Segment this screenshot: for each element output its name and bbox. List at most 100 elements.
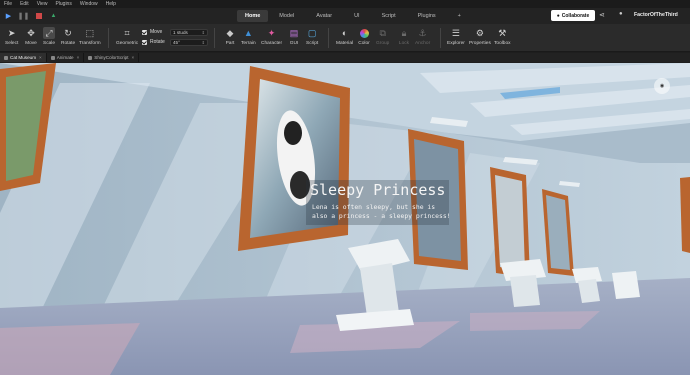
- menu-help[interactable]: Help: [106, 1, 116, 7]
- menu-window[interactable]: Window: [80, 1, 98, 7]
- snap-rotate-checkbox[interactable]: [142, 39, 147, 45]
- tab-home[interactable]: Home: [237, 10, 269, 22]
- menu-edit[interactable]: Edit: [20, 1, 29, 7]
- stepper-icon[interactable]: ⇕: [202, 30, 205, 35]
- rotate-label: Rotate: [61, 41, 76, 46]
- plaque-stand: [612, 271, 640, 299]
- transform-tool[interactable]: ⬚ Transform: [79, 27, 101, 46]
- doc-tab-cat-museum[interactable]: Cat Museum ×: [0, 53, 47, 62]
- 3d-viewport[interactable]: Sleepy Princess Lena is often sleepy, bu…: [0, 63, 690, 375]
- document-tabs: Cat Museum × Animate × ShinyColorScript …: [0, 53, 690, 62]
- rotate-icon: ↻: [64, 27, 72, 38]
- username[interactable]: FactorOfTheThird: [634, 12, 678, 18]
- snap-move-checkbox[interactable]: [142, 29, 147, 35]
- doc-tab-label: ShinyColorScript: [94, 55, 129, 60]
- rotate-tool[interactable]: ↻ Rotate: [61, 27, 75, 46]
- group-button[interactable]: ⧉ Group: [376, 27, 389, 46]
- tab-plugins[interactable]: Plugins: [407, 10, 447, 22]
- cube-icon: ◆: [226, 27, 234, 38]
- terrain-label: Terrain: [241, 41, 256, 46]
- color-label: Color: [358, 41, 370, 46]
- material-icon: ◐: [341, 27, 348, 38]
- playtest-controls: ▶ ❚❚ ▲: [4, 12, 64, 21]
- anchor-icon: ⚓︎: [418, 27, 427, 38]
- gui-button[interactable]: ▤ GUI: [288, 27, 300, 46]
- script-label: Script: [306, 41, 319, 46]
- explorer-label: Explorer: [447, 41, 465, 46]
- terrain-button[interactable]: ▲ Terrain: [241, 27, 256, 46]
- tab-ui[interactable]: UI: [343, 10, 371, 22]
- material-button[interactable]: ◐ Material: [336, 27, 353, 46]
- script-button[interactable]: ▢ Script: [306, 27, 318, 46]
- menu-file[interactable]: File: [4, 1, 12, 7]
- lock-label: Lock: [398, 41, 410, 46]
- geometric-button[interactable]: ⌗ Geometric: [116, 27, 138, 46]
- stepper-icon[interactable]: ⇕: [202, 40, 205, 45]
- explorer-icon: ☰: [451, 27, 460, 38]
- view-orientation-icon[interactable]: ◉: [654, 78, 670, 94]
- doc-tab-label: Animate: [56, 55, 74, 60]
- gui-label: GUI: [289, 41, 299, 46]
- select-label: Select: [5, 41, 19, 46]
- ribbon-toolbar: ➤ Select ✥ Move ⤢ Scale ↻ Rotate ⬚ Trans…: [0, 24, 690, 52]
- tab-model[interactable]: Model: [268, 10, 305, 22]
- close-icon[interactable]: ×: [132, 55, 135, 60]
- color-wheel-icon: [358, 27, 370, 39]
- terrain-icon: ▲: [243, 27, 253, 38]
- snap-move-label: Move: [150, 29, 163, 35]
- collaborate-button[interactable]: ● Collaborate: [551, 10, 595, 21]
- sign-title: Sleepy Princess: [310, 181, 446, 199]
- toolbox-button[interactable]: ⚒ Toolbox: [494, 27, 511, 46]
- cat-patch: [284, 121, 302, 145]
- painting: [495, 175, 525, 271]
- move-label: Move: [25, 41, 37, 46]
- select-tool[interactable]: ➤ Select: [5, 27, 18, 46]
- scale-tool[interactable]: ⤢ Scale: [43, 27, 55, 46]
- snap-rotate-toggle[interactable]: Rotate: [142, 39, 165, 45]
- plaque-stand: [510, 275, 540, 307]
- tab-avatar[interactable]: Avatar: [305, 10, 343, 22]
- lock-button[interactable]: 🔒︎ Lock: [398, 27, 410, 46]
- properties-icon: ⚙: [475, 27, 484, 38]
- close-icon[interactable]: ×: [77, 55, 80, 60]
- anchor-button[interactable]: ⚓︎ Anchor: [415, 27, 430, 46]
- snap-rotate-value: 45°: [173, 40, 180, 45]
- play-icon[interactable]: ▶: [4, 12, 13, 21]
- part-button[interactable]: ◆ Part: [224, 27, 236, 46]
- snap-rotate-label: Rotate: [150, 39, 165, 45]
- gui-icon: ▤: [289, 27, 299, 38]
- test-mode-icon[interactable]: ▲: [49, 12, 58, 21]
- toolbox-label: Toolbox: [494, 41, 511, 46]
- explorer-button[interactable]: ☰ Explorer: [447, 27, 465, 46]
- script-icon: [88, 55, 93, 60]
- doc-tab-animate[interactable]: Animate ×: [47, 53, 85, 62]
- close-icon[interactable]: ×: [39, 55, 42, 60]
- snap-move-toggle[interactable]: Move: [142, 29, 162, 35]
- menu-plugins[interactable]: Plugins: [55, 1, 71, 7]
- move-tool[interactable]: ✥ Move: [25, 27, 37, 46]
- snap-move-input[interactable]: 1 studs ⇕: [170, 29, 208, 36]
- doc-tab-shinycolorscript[interactable]: ShinyColorScript ×: [84, 53, 140, 62]
- transform-icon: ⬚: [85, 27, 95, 38]
- pause-icon[interactable]: ❚❚: [18, 12, 30, 21]
- properties-button[interactable]: ⚙ Properties: [469, 27, 491, 46]
- tab-script[interactable]: Script: [371, 10, 407, 22]
- ribbon-tabs: Home Model Avatar UI Script Plugins +: [237, 10, 472, 22]
- lock-icon: 🔒︎: [401, 27, 407, 38]
- share-icon[interactable]: ⋖: [599, 11, 605, 19]
- stop-icon[interactable]: [34, 12, 43, 21]
- geometric-label: Geometric: [116, 41, 139, 46]
- character-button[interactable]: ✦ Character: [261, 27, 282, 46]
- menu-view[interactable]: View: [37, 1, 48, 7]
- toolbar-divider: [328, 28, 329, 48]
- floor-light-patch: [470, 311, 600, 331]
- transform-label: Transform: [79, 41, 101, 46]
- color-button[interactable]: Color: [358, 27, 370, 46]
- notifications-icon[interactable]: ●: [619, 11, 623, 17]
- toolbar-divider: [108, 28, 109, 48]
- add-tab-button[interactable]: +: [447, 10, 472, 22]
- snap-rotate-input[interactable]: 45° ⇕: [170, 39, 208, 46]
- group-icon: ⧉: [379, 27, 386, 38]
- group-label: Group: [376, 41, 390, 46]
- collaborate-icon: ●: [556, 12, 560, 19]
